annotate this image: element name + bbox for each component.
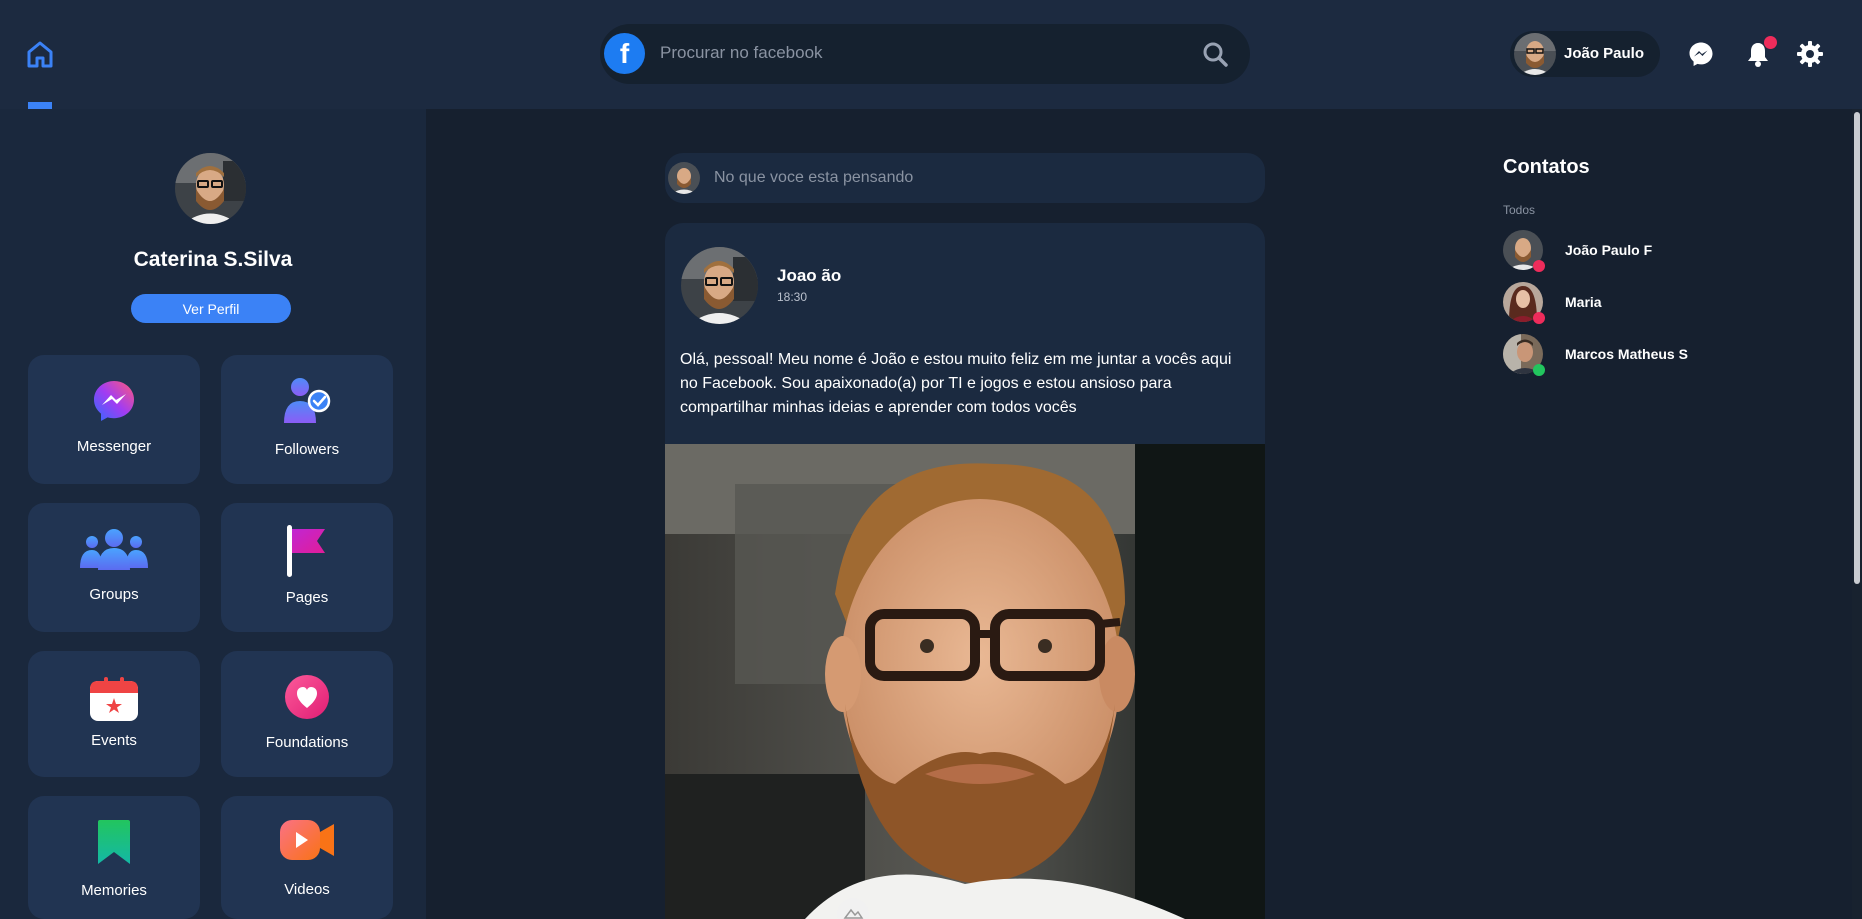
contact-name: Maria [1565,294,1602,310]
tile-label: Groups [89,586,139,603]
search-icon[interactable] [1202,41,1228,67]
post-author-name[interactable]: Joao ão [777,266,841,286]
avatar[interactable] [1514,33,1556,75]
contacts-filter[interactable]: Todos [1503,203,1535,217]
notification-badge [1764,36,1777,49]
user-name[interactable]: João Paulo [1564,45,1644,62]
contact-name: João Paulo F [1565,242,1653,258]
tile-label: Videos [284,881,330,898]
contact-item[interactable]: João Paulo F [1503,230,1803,274]
status-indicator [1533,364,1545,376]
tile-label: Followers [274,441,340,458]
contacts-title: Contatos [1503,156,1590,178]
post-timestamp: 18:30 [777,290,808,304]
followers-icon [284,378,331,423]
tile-label: Messenger [76,438,152,455]
view-profile-button[interactable]: Ver Perfil [131,294,291,323]
status-indicator [1533,260,1545,272]
groups-icon [80,529,148,570]
calendar-icon [90,677,138,721]
facebook-logo-icon[interactable]: f [604,33,645,74]
tile-groups[interactable]: Groups [28,503,200,632]
tile-label: Memories [81,882,147,899]
status-indicator [1533,312,1545,324]
home-icon[interactable] [26,40,54,68]
tile-label: Foundations [265,734,349,751]
bookmark-icon [98,820,130,864]
tile-foundations[interactable]: Foundations [221,651,393,777]
tile-messenger[interactable]: Messenger [28,355,200,484]
post-text: Olá, pessoal! Meu nome é João e estou mu… [680,351,1232,416]
photo-source-badge-icon [837,898,869,919]
facebook-logo-letter: f [619,37,630,69]
tile-label: Pages [285,589,329,606]
video-camera-icon [280,820,334,860]
contact-item[interactable]: Marcos Matheus S [1503,334,1803,378]
tile-videos[interactable]: Videos [221,796,393,919]
post-photo[interactable] [665,444,1265,919]
home-active-indicator [28,102,52,109]
contact-name: Marcos Matheus S [1565,346,1688,362]
profile-avatar[interactable] [175,153,246,224]
gear-icon[interactable] [1796,40,1824,68]
tile-followers[interactable]: Followers [221,355,393,484]
heart-icon [285,675,329,719]
tile-memories[interactable]: Memories [28,796,200,919]
tile-pages[interactable]: Pages [221,503,393,632]
composer-input[interactable] [714,166,1234,190]
contact-item[interactable]: Maria [1503,282,1803,326]
avatar [668,162,700,194]
messenger-icon [94,381,134,421]
flag-icon [287,525,325,577]
scrollbar-thumb[interactable] [1854,112,1860,584]
profile-name: Caterina S.Silva [133,248,293,271]
tile-label: Events [91,732,137,749]
post-author-avatar[interactable] [681,247,758,324]
tile-events[interactable]: Events [28,651,200,777]
messenger-icon[interactable] [1688,41,1714,67]
search-input[interactable] [660,36,1180,70]
